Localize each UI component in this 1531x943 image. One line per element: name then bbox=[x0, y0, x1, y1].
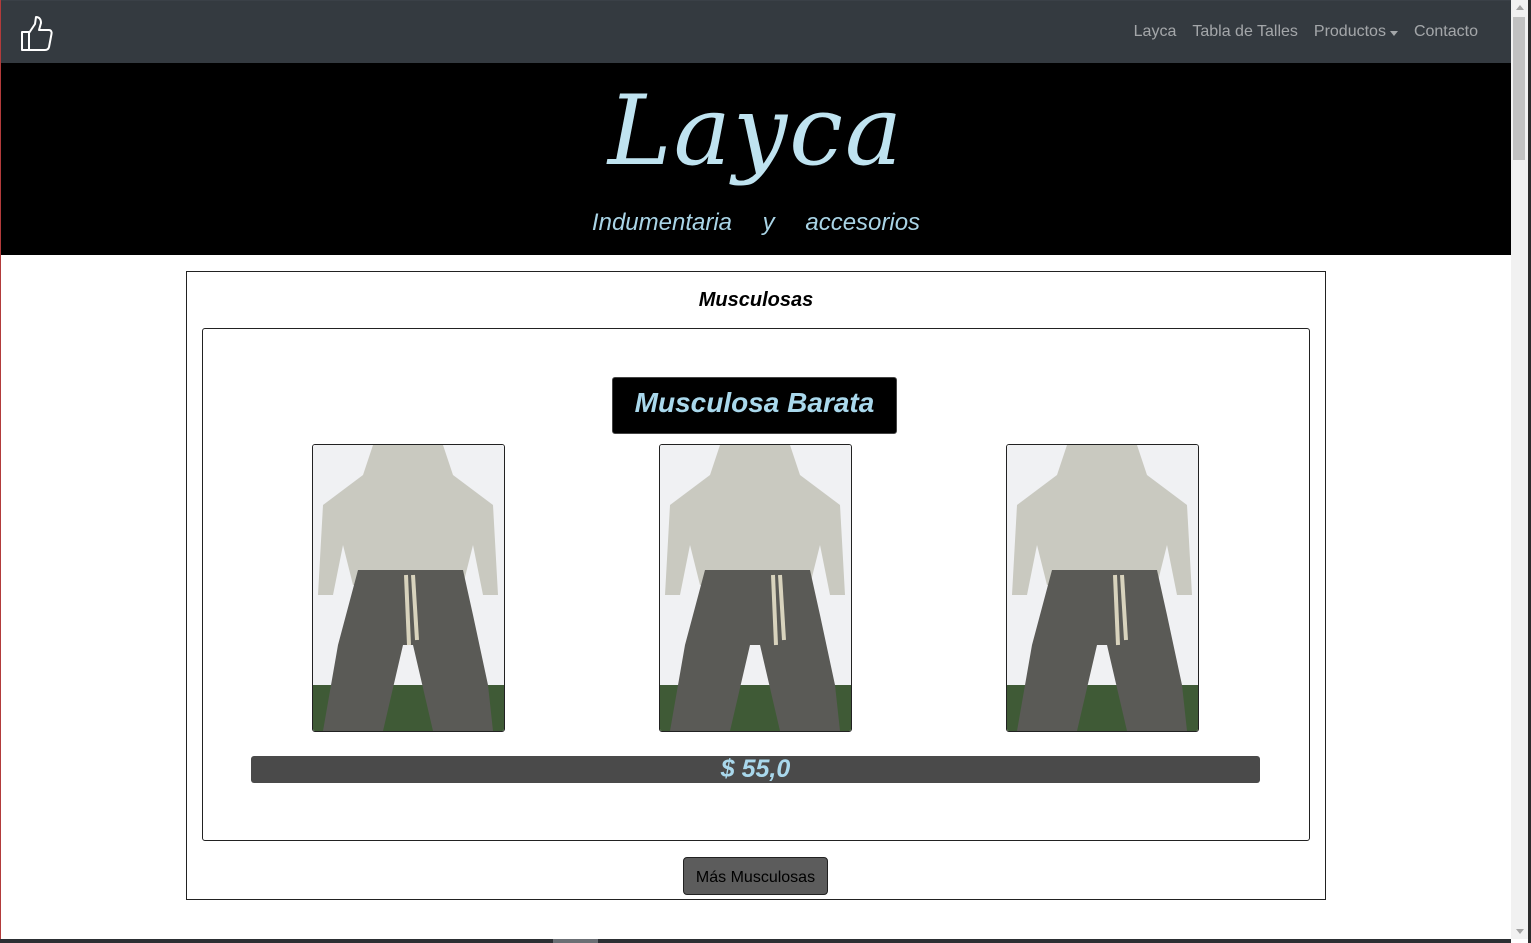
vertical-scrollbar[interactable] bbox=[1511, 0, 1528, 939]
nav-link-tabla-de-talles[interactable]: Tabla de Talles bbox=[1184, 23, 1306, 41]
hero-banner: Layca Indumentaria y accesorios bbox=[1, 63, 1511, 255]
product-photo-3[interactable] bbox=[1006, 444, 1199, 732]
horizontal-scrollbar[interactable] bbox=[0, 939, 1511, 943]
nav-dropdown-productos-label: Productos bbox=[1313, 23, 1386, 40]
product-photo-2[interactable] bbox=[659, 444, 852, 732]
nav-dropdown-productos[interactable]: Productos bbox=[1306, 23, 1406, 41]
caret-down-icon bbox=[1389, 30, 1398, 36]
thumbs-up-icon[interactable] bbox=[18, 15, 54, 53]
nav-link-layca[interactable]: Layca bbox=[1126, 23, 1185, 41]
top-navbar: Layca Tabla de Talles Productos Contacto bbox=[1, 1, 1511, 63]
category-section: Musculosas Musculosa Barata $ 55,0 Más M… bbox=[186, 271, 1326, 900]
scroll-up-arrow-icon[interactable] bbox=[1516, 5, 1524, 10]
more-musculosas-button[interactable]: Más Musculosas bbox=[683, 857, 828, 895]
nav-link-contacto[interactable]: Contacto bbox=[1406, 23, 1486, 41]
hero-subtitle: Indumentaria y accesorios bbox=[591, 209, 921, 236]
horizontal-scrollbar-thumb[interactable] bbox=[553, 939, 598, 943]
scroll-down-arrow-icon[interactable] bbox=[1516, 929, 1524, 934]
product-photo-1-image bbox=[313, 445, 504, 731]
section-title: Musculosas bbox=[698, 289, 814, 311]
nav-links: Layca Tabla de Talles Productos Contacto bbox=[1126, 1, 1486, 63]
product-photo-1[interactable] bbox=[312, 444, 505, 732]
hero-logo: Layca bbox=[607, 75, 905, 187]
product-title: Musculosa Barata bbox=[612, 377, 897, 434]
product-photo-2-image bbox=[660, 445, 851, 731]
product-card: Musculosa Barata $ 55,0 bbox=[202, 328, 1310, 841]
product-price: $ 55,0 bbox=[251, 756, 1260, 783]
product-photo-3-image bbox=[1007, 445, 1198, 731]
scrollbar-thumb[interactable] bbox=[1513, 17, 1525, 160]
